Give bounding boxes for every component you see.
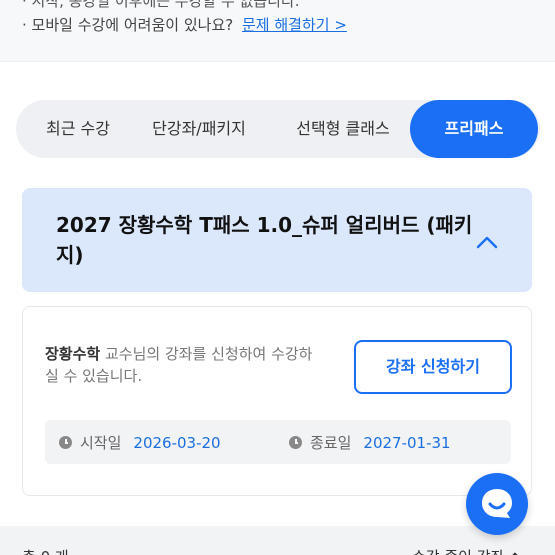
chevron-up-icon[interactable] (476, 232, 498, 254)
end-date-label: 종료일 (310, 434, 352, 452)
clock-icon (289, 436, 302, 449)
clock-icon (59, 436, 72, 449)
course-title: 2027 장황수학 T패스 1.0_슈퍼 얼리버드 (패키지) (56, 213, 473, 267)
chat-button[interactable] (466, 473, 528, 535)
troubleshoot-link[interactable]: 문제 해결하기 > (242, 16, 347, 34)
tab-recent[interactable]: 최근 수강 (16, 100, 140, 158)
start-date-label: 시작일 (80, 434, 122, 452)
tab-freepass[interactable]: 프리패스 (410, 100, 538, 158)
notice-line: · 모바일 수강에 어려움이 있나요? 문제 해결하기 > (22, 14, 347, 35)
course-count: 총 0 개 (22, 546, 69, 555)
end-date-value: 2027-01-31 (363, 434, 451, 452)
tab-single-package[interactable]: 단강좌/패키지 (140, 100, 258, 158)
notice-text: · 모바일 수강에 어려움이 있나요? (22, 16, 234, 34)
spacer (0, 62, 555, 96)
sort-dropdown[interactable]: 수강 종이 강좌 ◆ (412, 546, 521, 555)
tab-elective-class[interactable]: 선택형 클래스 (272, 100, 414, 158)
professor-name: 장황수학 (45, 345, 101, 363)
course-description: 장황수학 교수님의 강좌를 신청하여 수강하실 수 있습니다. (45, 343, 325, 387)
end-date-item: 종료일 2027-01-31 (289, 432, 451, 453)
notice-panel: · 시작, 종강일 이후에는 수강할 수 없습니다. · 모바일 수강에 어려움… (0, 0, 555, 62)
chat-bubble-icon (482, 489, 512, 518)
course-dates: 시작일 2026-03-20 종료일 2027-01-31 (45, 420, 511, 464)
start-date-value: 2026-03-20 (133, 434, 221, 452)
apply-course-button[interactable]: 강좌 신청하기 (354, 340, 512, 394)
course-detail-card: 장황수학 교수님의 강좌를 신청하여 수강하실 수 있습니다. 강좌 신청하기 … (22, 306, 532, 496)
footer-strip: 총 0 개 수강 종이 강좌 ◆ (0, 526, 555, 555)
start-date-item: 시작일 2026-03-20 (59, 432, 221, 453)
notice-line-cut: · 시작, 종강일 이후에는 수강할 수 없습니다. (22, 0, 300, 10)
course-header[interactable]: 2027 장황수학 T패스 1.0_슈퍼 얼리버드 (패키지) (22, 188, 532, 292)
course-type-tabs: 최근 수강 단강좌/패키지 선택형 클래스 프리패스 (16, 100, 540, 158)
